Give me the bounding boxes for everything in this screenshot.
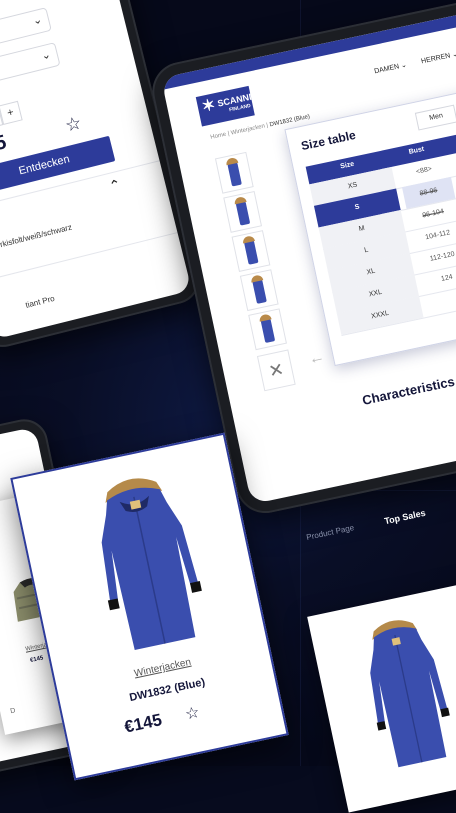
chevron-up-icon[interactable]: ⌄ [107,175,122,194]
nav-women[interactable]: DAMEN ⌄ [373,61,407,76]
product-price: €145 [123,710,164,737]
product-thumbnail[interactable] [240,269,279,311]
arrow-left-icon[interactable]: ← [307,348,326,369]
deer-logo-icon: ✶ [200,97,216,115]
brand-logo[interactable]: ✶ SCANNDI FINLAND [196,86,255,127]
col-bust: Bust [408,146,425,156]
chevron-down-icon: ⌄ [31,13,43,28]
size-table-title: Size table [300,128,357,153]
qty-plus-button[interactable]: + [0,101,23,125]
chevron-down-icon: ⌄ [451,51,456,59]
product-card-bottom-right[interactable] [307,579,456,812]
font-description: tiant Pro [25,294,56,310]
color-select[interactable]: ⌄ [0,42,61,95]
crumb-separator: | [227,131,230,137]
characteristics-heading: Characteristics [361,374,456,408]
rotate-360-icon[interactable]: ✕ [257,349,296,391]
color-description: rkisfolt/weiß/schwarz [0,223,73,250]
crumb-separator: | [266,123,269,129]
product-thumbnail[interactable] [223,191,262,233]
nav-men[interactable]: HERREN ⌄ [420,50,456,66]
product-thumbnail[interactable] [248,308,287,350]
chevron-down-icon: ⌄ [400,62,407,70]
card-footer-text: D [10,707,16,715]
coat-image [350,609,456,773]
product-price: €145 [30,655,44,664]
tab-men[interactable]: Men [415,105,456,131]
star-icon[interactable]: ☆ [63,112,84,136]
crumb-home[interactable]: Home [210,132,227,141]
chevron-down-icon: ⌄ [40,48,52,63]
col-size: Size [340,161,355,171]
size-table-panel: Size table Men Wo Size Bust XS<88> S88-9… [284,81,456,366]
product-thumbnail[interactable] [232,230,271,272]
product-thumbnail[interactable] [215,152,254,194]
star-icon[interactable]: ☆ [183,702,201,725]
nav-women-label: DAMEN [374,63,400,75]
product-price: €145 [0,131,9,164]
nav-men-label: HERREN [421,52,451,65]
coat-image [75,464,219,658]
crumb-category[interactable]: Winterjacken [230,123,265,136]
